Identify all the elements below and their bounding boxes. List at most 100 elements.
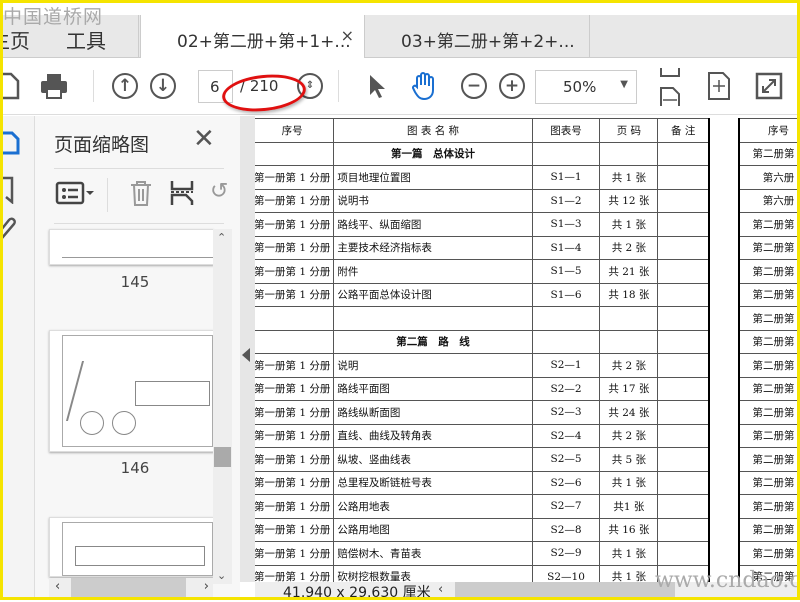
zoom-value: 50% [563, 78, 597, 96]
table-row: 第二册第 2 [738, 259, 800, 284]
table-cell [657, 517, 710, 542]
nav-tools[interactable]: 工具 [66, 25, 106, 54]
column-header: 图表号 [531, 118, 601, 143]
thumbnail-options-icon[interactable] [55, 180, 97, 210]
chevron-down-icon: ▼ [620, 79, 628, 90]
table-cell: 序号 [738, 118, 800, 143]
table-cell: 共 5 张 [599, 447, 659, 472]
zoom-in-button[interactable]: + [496, 70, 528, 102]
table-row: 第二册第 1 [738, 517, 800, 542]
attachment-icon[interactable] [0, 216, 18, 248]
full-screen-icon[interactable] [753, 70, 785, 102]
table-cell: 第一册第 1 分册 [255, 165, 335, 190]
tab-label: 02+第二册+第+1+... [177, 32, 351, 52]
table-cell: S2—3 [531, 400, 601, 425]
table-cell: 共 12 张 [599, 188, 659, 213]
table-row: 第一册第 1 分册 说明书 S1—2 共 12 张 [255, 188, 710, 213]
section-title [333, 306, 533, 331]
table-row: 第二册第 1 [738, 353, 800, 378]
save-icon[interactable] [0, 70, 24, 102]
zoom-out-button[interactable]: − [458, 70, 490, 102]
table-cell: 共 21 张 [599, 259, 659, 284]
thumbnails-scrollbar[interactable]: ⌃ ⌄ [213, 229, 232, 584]
table-cell [657, 376, 710, 401]
table-cell: 第二册第 1 [738, 282, 800, 307]
table-cell: 共 2 张 [599, 423, 659, 448]
table-cell: S1—4 [531, 235, 601, 260]
table-cell: 公路平面总体设计图 [333, 282, 533, 307]
tab-bar: 主页 工具 02+第二册+第+1+...× 03+第二册+第+2+... [0, 15, 800, 59]
table-cell: S1—5 [531, 259, 601, 284]
table-row: 第二册第 1 [738, 541, 800, 566]
table-cell [599, 306, 659, 331]
table-cell [599, 329, 659, 354]
table-cell [657, 541, 710, 566]
table-cell [531, 329, 601, 354]
hand-tool-icon[interactable] [408, 70, 440, 102]
table-row: 第二册第 1 [738, 235, 800, 260]
table-cell: S2—7 [531, 494, 601, 519]
navigation-strip [0, 116, 35, 600]
table-cell [657, 494, 710, 519]
table-cell: 路线纵断面图 [333, 400, 533, 425]
tab-document-1[interactable]: 02+第二册+第+1+... × [140, 15, 365, 59]
tab-document-2[interactable]: 03+第二册+第+2+... [365, 15, 590, 59]
document-horizontal-scrollbar[interactable] [455, 582, 675, 600]
table-cell [255, 306, 335, 331]
table-cell: 第二册第 2 [738, 259, 800, 284]
table-row: 第二册第 1 [738, 282, 800, 307]
table-cell [657, 423, 710, 448]
panel-title: 页面缩略图 [54, 134, 150, 156]
panel-splitter[interactable] [240, 116, 255, 582]
table-cell: 公路用地图 [333, 517, 533, 542]
column-header: 备 注 [657, 118, 710, 143]
close-icon[interactable]: × [341, 26, 354, 45]
thumbnails-horizontal-scrollbar[interactable]: ‹ › [49, 578, 213, 598]
document-view[interactable]: 序号图 表 名 称图表号页 码备 注第一篇 总体设计 第一册第 1 分册 项目地理位… [255, 116, 800, 582]
previous-page-button[interactable]: ↑ [109, 70, 141, 102]
insert-page-icon[interactable] [169, 179, 195, 211]
column-header: 图 表 名 称 [333, 118, 533, 143]
table-row: 第一册第 1 分册 公路用地表 S2—7 共1 张 [255, 494, 710, 519]
table-cell: 第二册第 1 [738, 423, 800, 448]
table-row: 第二册第 1 [738, 494, 800, 519]
page-thumbnails-icon[interactable] [0, 130, 20, 160]
bookmark-icon[interactable] [0, 176, 16, 208]
table-cell: 共 2 张 [599, 235, 659, 260]
table-cell: S2—1 [531, 353, 601, 378]
zoom-select[interactable]: 50% ▼ [535, 70, 637, 104]
table-cell: 说明书 [333, 188, 533, 213]
select-tool-icon[interactable] [360, 70, 392, 102]
table-row: 第一册第 1 分册 项目地理位置图 S1—1 共 1 张 [255, 165, 710, 190]
fit-page-icon[interactable] [703, 70, 735, 102]
nav-home[interactable]: 主页 [0, 25, 30, 54]
section-row: 第一篇 总体设计 [255, 141, 710, 166]
collapse-panel-icon[interactable] [242, 348, 250, 362]
close-panel-icon[interactable]: ✕ [193, 124, 215, 154]
next-page-button[interactable]: ↓ [147, 70, 179, 102]
print-icon[interactable] [38, 70, 70, 102]
table-row: 第一册第 1 分册 路线平面图 S2—2 共 17 张 [255, 376, 710, 401]
table-cell: S2—6 [531, 470, 601, 495]
rotate-icon[interactable]: ↺ [210, 179, 228, 204]
scroll-left-icon[interactable]: ‹ [438, 582, 443, 597]
thumbnail-page-147[interactable] [49, 517, 214, 577]
plus-icon: + [499, 73, 525, 99]
fit-width-icon[interactable] [654, 66, 686, 106]
column-header: 序号 [255, 118, 335, 143]
table-row: 第一册第 1 分册 说明 S2—1 共 2 张 [255, 353, 710, 378]
thumbnail-page-145[interactable] [49, 229, 214, 265]
table-row: 第二册第 2 [738, 376, 800, 401]
table-cell [531, 306, 601, 331]
table-cell [657, 259, 710, 284]
table-cell: 共1 张 [599, 494, 659, 519]
table-cell: 第一册第 1 分册 [255, 376, 335, 401]
table-row: 第一册第 1 分册 路线平、纵面缩图 S1—3 共 1 张 [255, 212, 710, 237]
delete-icon[interactable] [129, 179, 153, 211]
thumbnail-page-146[interactable] [49, 330, 214, 452]
table-cell: 附件 [333, 259, 533, 284]
table-cell: 第六册 [738, 188, 800, 213]
table-cell: S2—9 [531, 541, 601, 566]
drawing-index-table-right: 序号 第二册第 1 第六册 第六册 第二册第 1 第二册第 1 第二册第 2 第二册第 1 第二… [738, 118, 800, 582]
table-cell [657, 470, 710, 495]
